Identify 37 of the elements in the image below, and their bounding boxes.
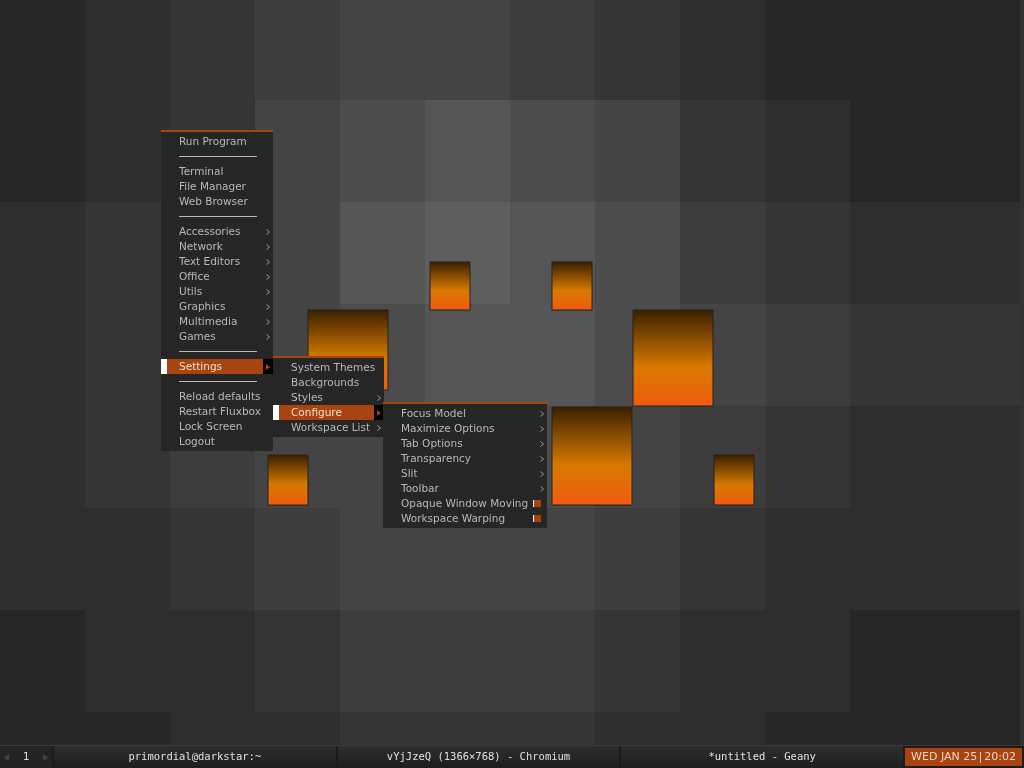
menu-item[interactable]: Backgrounds (273, 375, 384, 390)
menu-item[interactable]: Lock Screen (161, 419, 273, 434)
menu-item[interactable]: Accessories (161, 224, 273, 239)
menu-item[interactable]: Logout (161, 434, 273, 449)
menu-item[interactable]: Games (161, 329, 273, 344)
menu-item[interactable]: Configure (273, 405, 384, 420)
menu-item[interactable]: Tab Options (383, 436, 547, 451)
menu-item[interactable]: Reload defaults (161, 389, 273, 404)
menu-item[interactable]: Transparency (383, 451, 547, 466)
menu-item[interactable]: Utils (161, 284, 273, 299)
menu-item[interactable]: Toolbar (383, 481, 547, 496)
menu-item[interactable]: Office (161, 269, 273, 284)
menu-item[interactable]: Workspace Warping (383, 511, 547, 526)
clock-date: WED JAN 25 (911, 748, 978, 765)
taskbar-button[interactable]: primordial@darkstar:~ (54, 746, 336, 768)
checkbox-indicator[interactable] (533, 515, 541, 522)
menu-item[interactable]: Opaque Window Moving (383, 496, 547, 511)
menu-item[interactable]: Network (161, 239, 273, 254)
menu-item[interactable]: Maximize Options (383, 421, 547, 436)
taskbar-button[interactable]: *untitled - Geany (621, 746, 903, 768)
menu-item[interactable]: Graphics (161, 299, 273, 314)
menu-item[interactable]: Styles (273, 390, 384, 405)
menu-item[interactable]: Workspace List (273, 420, 384, 435)
checkbox-indicator[interactable] (533, 500, 541, 507)
clock-time: 20:02 (984, 748, 1016, 765)
menu-item[interactable]: Terminal (161, 164, 273, 179)
menu-item[interactable]: Run Program (161, 134, 273, 149)
menu-item[interactable]: Restart Fluxbox (161, 404, 273, 419)
menu-item[interactable]: Text Editors (161, 254, 273, 269)
taskbar-button[interactable]: vYjJzeQ (1366×768) - Chromium (337, 746, 620, 768)
menu-item[interactable]: Settings (161, 359, 273, 374)
menu-item[interactable]: System Themes (273, 360, 384, 375)
menu-item[interactable]: Multimedia (161, 314, 273, 329)
menu-item[interactable]: Slit (383, 466, 547, 481)
menu-item[interactable]: Focus Model (383, 406, 547, 421)
menu-item[interactable]: Web Browser (161, 194, 273, 209)
menu-item[interactable]: File Manager (161, 179, 273, 194)
